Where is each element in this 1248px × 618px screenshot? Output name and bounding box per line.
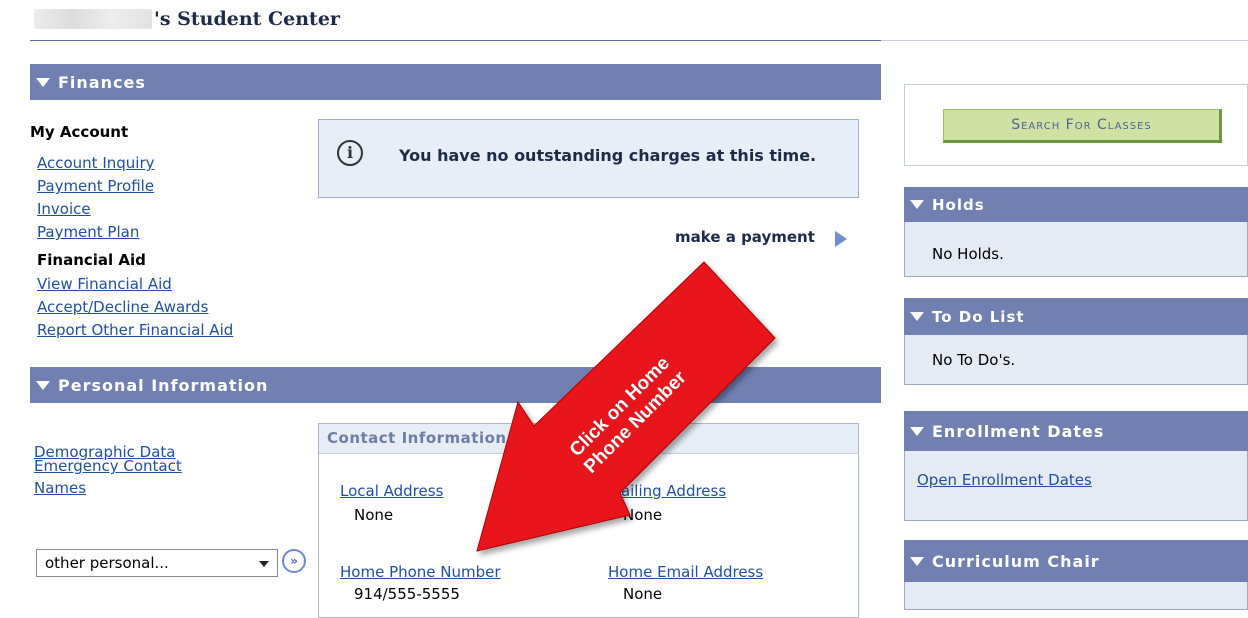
account-inquiry-link[interactable]: Account Inquiry [37,152,155,175]
emergency-contact-link[interactable]: Emergency Contact [34,455,182,477]
collapse-triangle-icon [36,380,50,390]
info-icon: i [337,140,363,166]
enrollment-dates-header-label: Enrollment Dates [932,421,1105,441]
arrow-right-icon[interactable] [835,231,847,247]
holds-header-label: Holds [932,195,985,214]
curriculum-chair-header[interactable]: Curriculum Chair [904,540,1248,582]
title-divider [30,40,881,41]
other-personal-select[interactable]: other personal... [36,549,278,577]
contact-information-header: Contact Information [319,424,858,454]
holds-header[interactable]: Holds [904,187,1248,222]
page-title: 's Student Center [154,8,340,30]
make-payment-link[interactable]: make a payment [675,228,815,246]
report-other-financial-aid-link[interactable]: Report Other Financial Aid [37,319,233,342]
outstanding-charges-notice: i You have no outstanding charges at thi… [318,119,859,198]
account-links: Account Inquiry Payment Profile Invoice … [37,152,155,244]
mailing-address-value: None [623,506,663,524]
redacted-student-name [34,9,152,29]
accept-decline-awards-link[interactable]: Accept/Decline Awards [37,296,233,319]
home-email-address-link[interactable]: Home Email Address [608,561,763,584]
curriculum-panel [904,582,1248,610]
open-enrollment-dates-link[interactable]: Open Enrollment Dates [917,471,1092,489]
home-phone-number-link[interactable]: Home Phone Number [340,561,501,584]
enrollment-dates-header[interactable]: Enrollment Dates [904,411,1248,451]
collapse-triangle-icon [910,556,924,566]
aid-links: View Financial Aid Accept/Decline Awards… [37,273,233,342]
collapse-triangle-icon [910,426,924,436]
mailing-address-link[interactable]: Mailing Address [608,480,726,503]
my-account-label: My Account [30,123,129,141]
local-address-link[interactable]: Local Address [340,480,443,503]
local-address-value: None [354,506,394,524]
other-personal-select-value: other personal... [45,554,169,572]
finances-header[interactable]: Finances [30,64,881,100]
personal-info-header-label: Personal Information [58,375,269,395]
holds-text: No Holds. [932,245,1004,263]
curriculum-chair-header-label: Curriculum Chair [932,551,1100,571]
personal-info-header[interactable]: Personal Information [30,367,881,403]
view-financial-aid-link[interactable]: View Financial Aid [37,273,233,296]
financial-aid-label: Financial Aid [37,251,146,269]
double-chevron-right-icon: » [290,554,298,568]
go-button[interactable]: » [282,549,306,573]
names-link[interactable]: Names [34,477,182,499]
home-phone-value: 914/555-5555 [354,585,460,603]
home-email-value: None [623,585,663,603]
payment-plan-link[interactable]: Payment Plan [37,221,155,244]
todo-header-label: To Do List [932,307,1025,326]
todo-text: No To Do's. [932,351,1016,369]
notice-text: You have no outstanding charges at this … [399,146,817,165]
title-divider-right [881,40,1248,41]
chevron-down-icon [259,561,269,567]
collapse-triangle-icon [36,77,50,87]
invoice-link[interactable]: Invoice [37,198,155,221]
collapse-triangle-icon [910,200,924,209]
search-for-classes-button[interactable]: Search For Classes [943,109,1222,143]
finances-header-label: Finances [58,72,146,92]
personal-links: Demographic Data Emergency Contact Names [34,441,182,499]
payment-profile-link[interactable]: Payment Profile [37,175,155,198]
todo-header[interactable]: To Do List [904,298,1248,335]
collapse-triangle-icon [910,312,924,321]
